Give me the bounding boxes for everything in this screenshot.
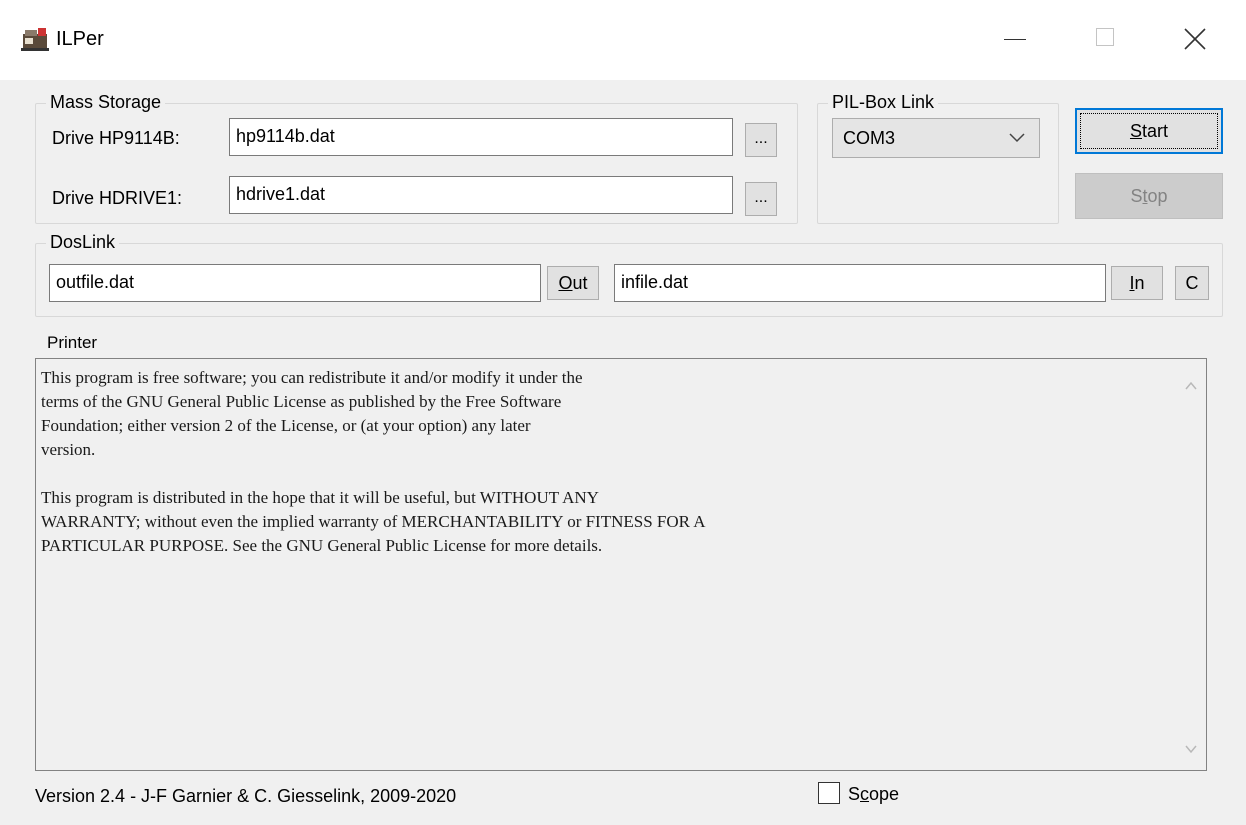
scope-checkbox[interactable]: [818, 782, 840, 804]
maximize-button[interactable]: [1070, 0, 1140, 80]
scroll-down-icon[interactable]: [1184, 742, 1198, 756]
version-text: Version 2.4 - J-F Garnier & C. Giesselin…: [35, 786, 457, 806]
drive-hp9114b-label: Drive HP9114B:: [52, 128, 180, 148]
doslink-legend: DosLink: [46, 232, 120, 253]
doslink-out-input[interactable]: outfile.dat: [49, 264, 541, 302]
doslink-clear-button[interactable]: C: [1175, 266, 1209, 300]
scope-label: Scope: [848, 784, 900, 804]
close-icon: [1184, 28, 1206, 50]
doslink-out-button[interactable]: Out: [547, 266, 599, 300]
drive-hp9114b-browse-button[interactable]: ...: [745, 123, 777, 157]
drive-hp9114b-input[interactable]: hp9114b.dat: [229, 118, 733, 156]
printer-label: Printer: [47, 333, 98, 352]
scroll-up-icon[interactable]: [1184, 379, 1198, 393]
title-bar[interactable]: ILPer: [0, 0, 1246, 80]
start-button[interactable]: Start: [1075, 108, 1223, 154]
printer-text: This program is free software; you can r…: [41, 368, 706, 555]
printer-output[interactable]: This program is free software; you can r…: [35, 358, 1207, 771]
close-button[interactable]: [1160, 0, 1230, 80]
doslink-in-input[interactable]: infile.dat: [614, 264, 1106, 302]
minimize-button[interactable]: [980, 0, 1050, 80]
window-title: ILPer: [56, 28, 104, 50]
doslink-in-button[interactable]: In: [1111, 266, 1163, 300]
mass-storage-legend: Mass Storage: [46, 92, 166, 113]
pilbox-legend: PIL-Box Link: [828, 92, 939, 113]
chevron-down-icon: [1009, 133, 1025, 143]
drive-hdrive1-label: Drive HDRIVE1:: [52, 188, 183, 208]
app-icon: [21, 28, 49, 51]
stop-button[interactable]: Stop: [1075, 173, 1223, 219]
com-port-value: COM3: [843, 128, 896, 148]
drive-hdrive1-browse-button[interactable]: ...: [745, 182, 777, 216]
com-port-select[interactable]: COM3: [832, 118, 1040, 158]
drive-hdrive1-input[interactable]: hdrive1.dat: [229, 176, 733, 214]
